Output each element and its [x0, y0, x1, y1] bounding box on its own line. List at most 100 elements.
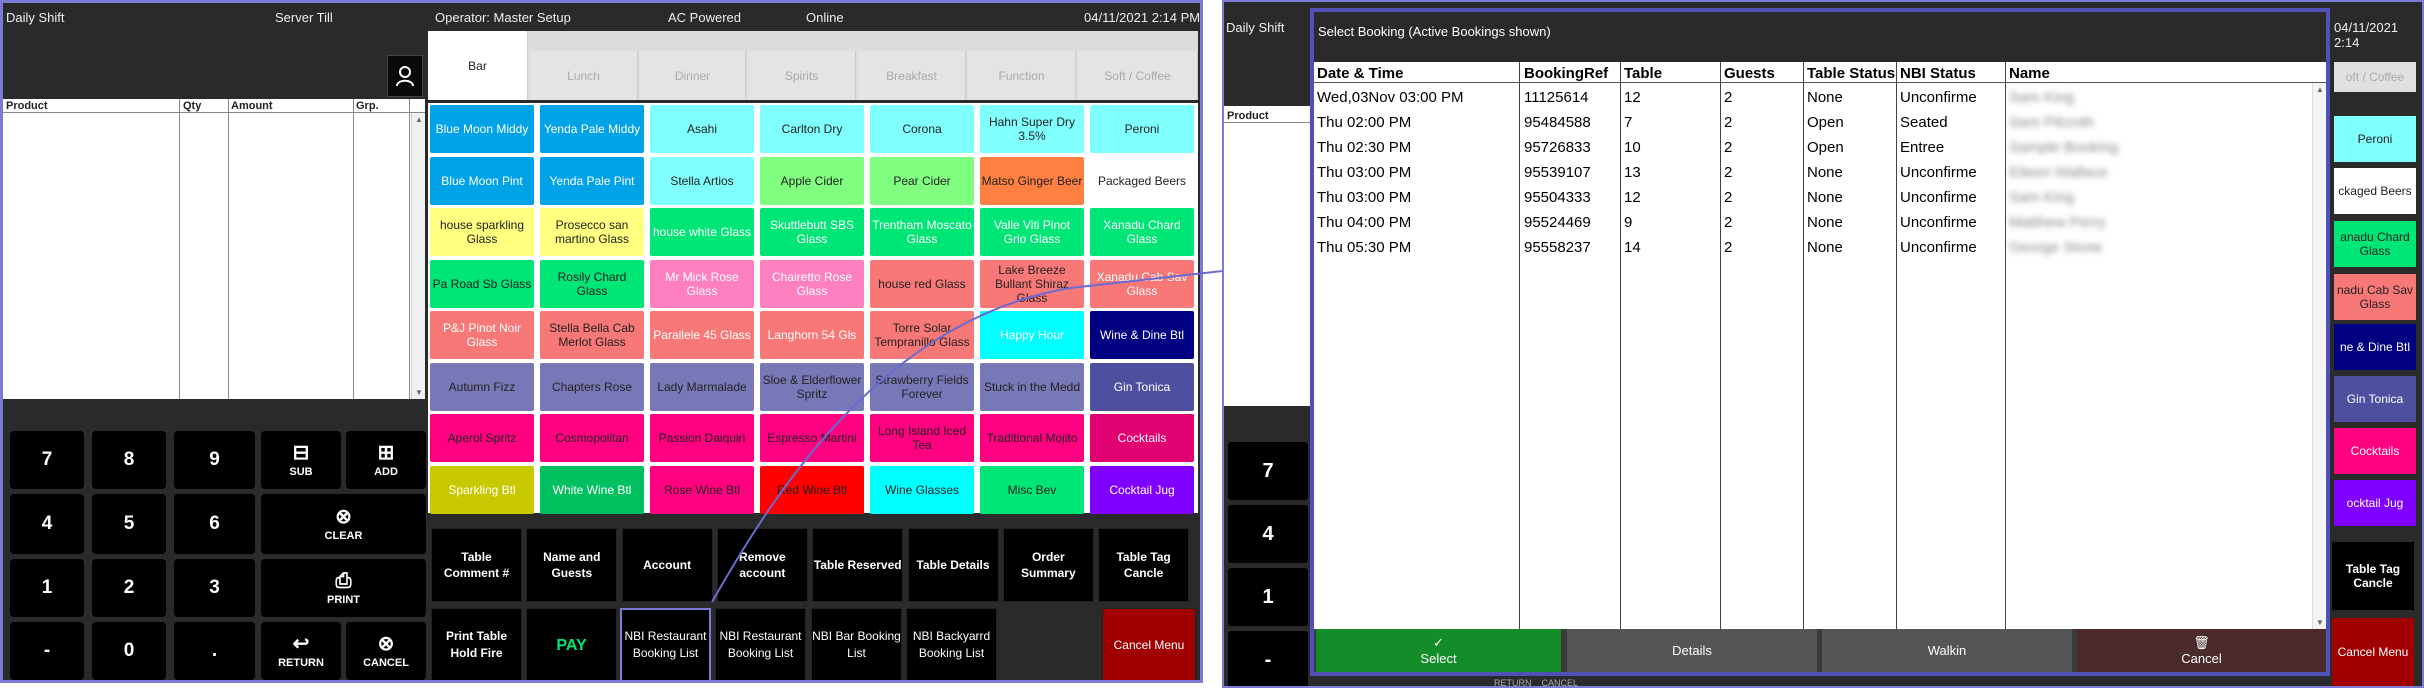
item-button[interactable]: Traditional Mojito — [980, 414, 1084, 462]
right-item-button[interactable]: ckaged Beers — [2334, 168, 2416, 214]
item-button[interactable]: Torre Solar Tempranillo Glass — [870, 311, 974, 359]
right-item-button[interactable]: ocktail Jug — [2334, 480, 2416, 526]
item-button[interactable]: Sloe & Elderflower Spritz — [760, 362, 864, 411]
scroll-up-icon[interactable]: ▲ — [2316, 85, 2324, 94]
function-key-table-details[interactable]: Table Details — [907, 528, 999, 602]
item-button[interactable]: Blue Moon Middy — [430, 105, 534, 153]
key-1[interactable]: 1 — [10, 559, 84, 617]
function-key-remove-account[interactable]: Remove account — [716, 528, 808, 602]
item-button[interactable]: Blue Moon Pint — [430, 156, 534, 205]
item-button[interactable]: Mr Mick Rose Glass — [650, 259, 754, 308]
tab-dinner[interactable]: Dinner — [640, 51, 746, 100]
item-button[interactable]: Lake Breeze Bullant Shiraz Glass — [980, 259, 1084, 308]
right-key-minus[interactable]: - — [1228, 631, 1308, 686]
item-button[interactable]: Autumn Fizz — [430, 362, 534, 411]
item-button[interactable]: Hahn Super Dry 3.5% — [980, 105, 1084, 153]
tab-spirits[interactable]: Spirits — [748, 51, 856, 100]
select-button[interactable]: ✓ Select — [1316, 629, 1561, 672]
right-cancel-menu-button[interactable]: Cancel Menu — [2332, 618, 2414, 686]
walkin-button[interactable]: Walkin — [1822, 629, 2072, 672]
item-button[interactable]: Strawberry Fields Forever — [870, 362, 974, 411]
right-key-1[interactable]: 1 — [1228, 568, 1308, 626]
item-button[interactable]: Matso Ginger Beer — [980, 156, 1084, 205]
right-tag-cancel-button[interactable]: Table Tag Cancle — [2332, 542, 2414, 610]
right-item-button[interactable]: anadu Chard Glass — [2334, 221, 2416, 267]
item-button[interactable]: Xanadu Chard Glass — [1090, 208, 1194, 256]
print-hold-fire-button[interactable]: Print Table Hold Fire — [431, 608, 522, 680]
item-button[interactable]: White Wine Btl — [540, 465, 644, 514]
key-3[interactable]: 3 — [174, 559, 255, 617]
function-key-order-summary[interactable]: Order Summary — [1002, 528, 1094, 602]
item-button[interactable]: Packaged Beers — [1090, 156, 1194, 205]
booking-row[interactable]: Thu 02:00 PM 95484588 7 2 Open Seated Sam Pilc… — [1314, 110, 2314, 135]
item-button[interactable]: Long Island Iced Tea — [870, 414, 974, 462]
item-button[interactable]: Misc Bev — [980, 465, 1084, 514]
item-button[interactable]: Parallele 45 Glass — [650, 311, 754, 359]
item-button[interactable]: Asahi — [650, 105, 754, 153]
function-key-table-tag-cancle[interactable]: Table Tag Cancle — [1098, 528, 1190, 602]
item-button[interactable]: Happy Hour — [980, 311, 1084, 359]
item-button[interactable]: Xanadu Cab Sav Glass — [1090, 259, 1194, 308]
key-2[interactable]: 2 — [92, 559, 166, 617]
item-button[interactable]: Cocktail Jug — [1090, 465, 1194, 514]
nbi-bar-booking-button[interactable]: NBI Bar Booking List — [811, 608, 902, 680]
item-button[interactable]: Red Wine Btl — [760, 465, 864, 514]
item-button[interactable]: house white Glass — [650, 208, 754, 256]
item-button[interactable]: Skuttlebutt SBS Glass — [760, 208, 864, 256]
key-0[interactable]: 0 — [92, 622, 166, 680]
order-grid[interactable]: Product Qty Amount Grp. ▲ ▼ — [3, 99, 425, 399]
tab-bar[interactable]: Bar — [428, 31, 528, 100]
item-button[interactable]: Stuck in the Medd — [980, 362, 1084, 411]
item-button[interactable]: Gin Tonica — [1090, 362, 1194, 411]
item-button[interactable]: Prosecco san martino Glass — [540, 208, 644, 256]
item-button[interactable]: Carlton Dry — [760, 105, 864, 153]
scroll-down-icon[interactable]: ▼ — [2316, 618, 2324, 627]
print-button[interactable]: ⎙ PRINT — [261, 559, 426, 617]
item-button[interactable]: Aperol Spritz — [430, 414, 534, 462]
booking-table[interactable]: Date & Time BookingRef Table Guests Tabl… — [1314, 62, 2326, 629]
booking-row[interactable]: Thu 05:30 PM 95558237 14 2 None Unconfirme Geo… — [1314, 235, 2314, 260]
tab-lunch[interactable]: Lunch — [530, 51, 638, 100]
item-button[interactable]: Cocktails — [1090, 414, 1194, 462]
nbi-restaurant-booking-button-2[interactable]: NBI Restaurant Booking List — [715, 608, 806, 680]
key-7[interactable]: 7 — [10, 431, 84, 489]
item-button[interactable]: house sparkling Glass — [430, 208, 534, 256]
item-button[interactable]: Trentham Moscato Glass — [870, 208, 974, 256]
cancel-menu-button[interactable]: Cancel Menu — [1102, 608, 1196, 680]
item-button[interactable]: Peroni — [1090, 105, 1194, 153]
item-button[interactable]: Langhorn 54 Gls — [760, 311, 864, 359]
pay-button[interactable]: PAY — [526, 608, 617, 680]
item-button[interactable]: Rosily Chard Glass — [540, 259, 644, 308]
nbi-restaurant-booking-button[interactable]: NBI Restaurant Booking List — [620, 608, 711, 680]
item-button[interactable]: Sparkling Btl — [430, 465, 534, 514]
user-button[interactable] — [387, 55, 423, 97]
function-key-table-reserved[interactable]: Table Reserved — [812, 528, 904, 602]
scroll-up-icon[interactable]: ▲ — [415, 115, 423, 124]
item-button[interactable]: house red Glass — [870, 259, 974, 308]
key-9[interactable]: 9 — [174, 431, 255, 489]
item-button[interactable]: Stella Artios — [650, 156, 754, 205]
booking-row[interactable]: Thu 02:30 PM 95726833 10 2 Open Entree Sample … — [1314, 135, 2314, 160]
right-key-4[interactable]: 4 — [1228, 505, 1308, 563]
order-scrollbar[interactable]: ▲ ▼ — [411, 113, 425, 399]
item-button[interactable]: P&J Pinot Noir Glass — [430, 311, 534, 359]
function-key-name-and-guests[interactable]: Name and Guests — [526, 528, 618, 602]
item-button[interactable]: Yenda Pale Middy — [540, 105, 644, 153]
item-button[interactable]: Cosmopolitan — [540, 414, 644, 462]
booking-row[interactable]: Thu 03:00 PM 95504333 12 2 None Unconfirme Sam… — [1314, 185, 2314, 210]
function-key-table-comment[interactable]: Table Comment # — [431, 528, 522, 602]
item-button[interactable]: Wine & Dine Btl — [1090, 311, 1194, 359]
return-button[interactable]: ↩ RETURN — [261, 622, 341, 680]
item-button[interactable]: Yenda Pale Pint — [540, 156, 644, 205]
clear-button[interactable]: ⊗ CLEAR — [261, 494, 426, 554]
right-item-button[interactable]: ne & Dine Btl — [2334, 324, 2416, 370]
dialog-cancel-button[interactable]: 🗑 Cancel — [2077, 629, 2326, 672]
scroll-down-icon[interactable]: ▼ — [415, 388, 423, 397]
booking-scrollbar[interactable]: ▲ ▼ — [2312, 83, 2326, 629]
right-item-button[interactable]: Cocktails — [2334, 428, 2416, 474]
item-button[interactable]: Corona — [870, 105, 974, 153]
item-button[interactable]: Stella Bella Cab Merlot Glass — [540, 311, 644, 359]
right-item-button[interactable]: Peroni — [2334, 116, 2416, 162]
key-6[interactable]: 6 — [174, 494, 255, 554]
right-item-button[interactable]: oft / Coffee — [2334, 62, 2416, 92]
